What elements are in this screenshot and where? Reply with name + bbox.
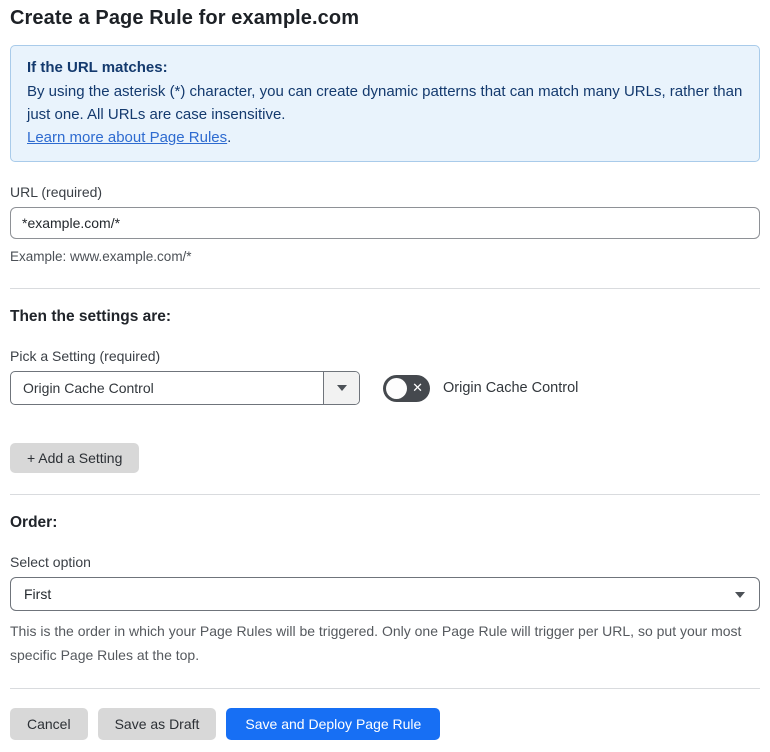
save-deploy-button[interactable]: Save and Deploy Page Rule [226, 708, 441, 740]
url-field-label: URL (required) [10, 184, 103, 200]
setting-select[interactable]: Origin Cache Control [10, 371, 360, 405]
x-icon: ✕ [412, 380, 423, 396]
add-setting-button[interactable]: + Add a Setting [10, 443, 140, 473]
caret-down-icon [336, 385, 347, 391]
order-section-heading: Order: [10, 514, 58, 531]
order-helper-text: This is the order in which your Page Rul… [10, 623, 742, 663]
toggle-knob [386, 377, 407, 399]
setting-select-arrow-button[interactable] [323, 372, 359, 404]
info-box-heading: If the URL matches: [27, 59, 168, 76]
order-select-value: First [24, 586, 52, 602]
page-rule-form: Create a Page Rule for example.com If th… [0, 0, 770, 752]
order-select-label: Select option [10, 554, 91, 570]
divider [10, 288, 760, 289]
info-box-link-line: Learn more about Page Rules. [27, 126, 743, 149]
url-match-info-box: If the URL matches: By using the asteris… [10, 45, 760, 162]
caret-down-icon [735, 592, 745, 598]
setting-row: Origin Cache Control ✕ Origin Cache Cont… [10, 371, 760, 405]
learn-more-link[interactable]: Learn more about Page Rules [27, 129, 227, 146]
info-box-body: By using the asterisk (*) character, you… [27, 83, 743, 123]
pick-setting-label: Pick a Setting (required) [10, 348, 161, 364]
setting-select-value: Origin Cache Control [23, 380, 154, 396]
settings-section-heading: Then the settings are: [10, 308, 172, 325]
page-title: Create a Page Rule for example.com [10, 7, 360, 29]
order-select[interactable]: First [10, 577, 760, 611]
link-suffix: . [227, 129, 232, 146]
cancel-button[interactable]: Cancel [10, 708, 88, 740]
origin-cache-control-toggle[interactable]: ✕ [383, 374, 430, 402]
divider [10, 688, 760, 689]
toggle-label: Origin Cache Control [443, 380, 579, 396]
save-draft-button[interactable]: Save as Draft [97, 708, 217, 740]
url-input[interactable] [10, 207, 760, 239]
url-example-helper: Example: www.example.com/* [10, 249, 192, 264]
divider [10, 494, 760, 495]
action-buttons-row: Cancel Save as Draft Save and Deploy Pag… [10, 708, 760, 740]
